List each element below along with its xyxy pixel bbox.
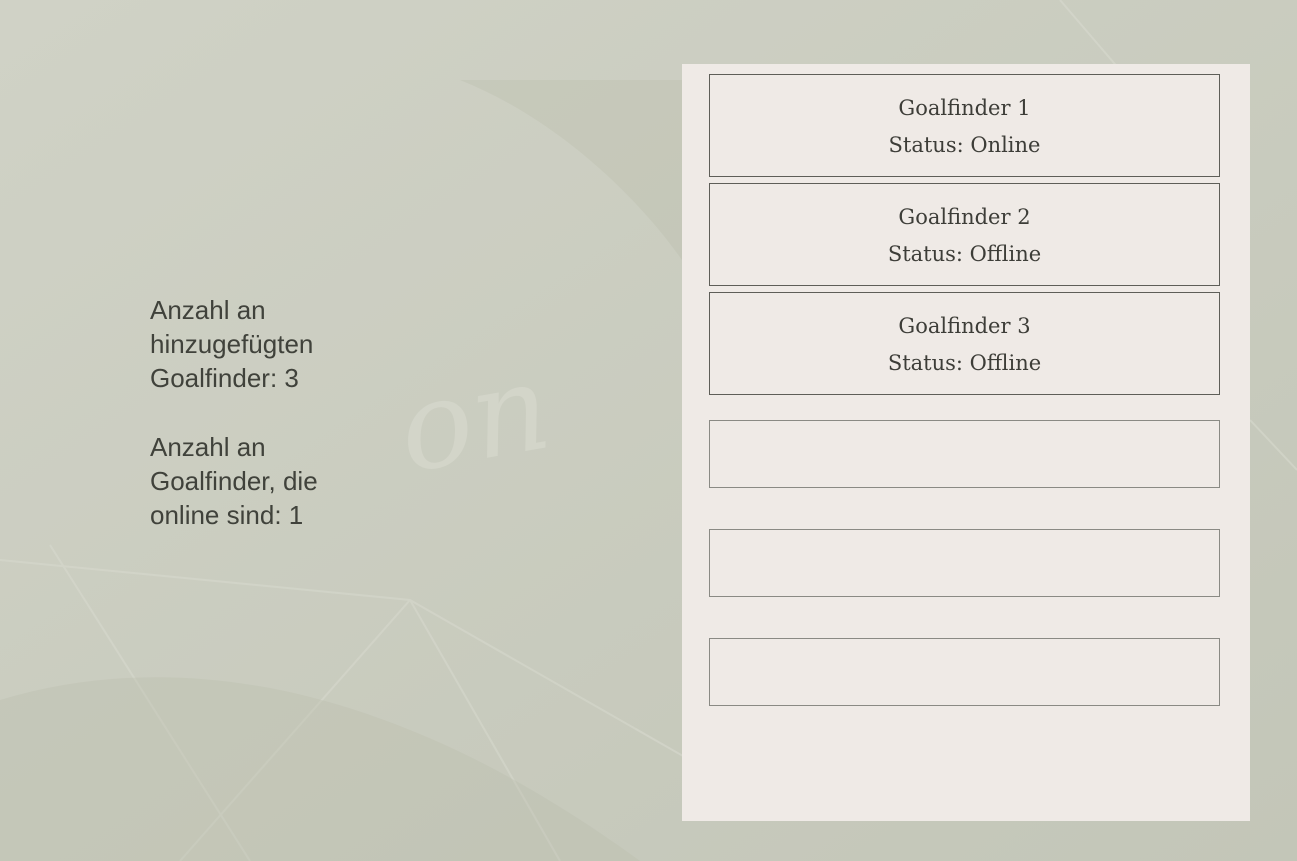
goalfinder-name: Goalfinder 1 <box>898 96 1031 120</box>
added-count-text: Anzahl an hinzugefügten Goalfinder: 3 <box>150 295 314 393</box>
goalfinder-name: Goalfinder 3 <box>898 314 1031 338</box>
svg-text:on: on <box>388 338 559 501</box>
empty-slot[interactable] <box>709 420 1220 488</box>
summary-panel: Anzahl an hinzugefügten Goalfinder: 3 An… <box>150 293 380 567</box>
goalfinder-status: Status: Offline <box>887 351 1042 375</box>
goalfinder-name: Goalfinder 2 <box>898 205 1031 229</box>
goalfinder-card-3[interactable]: Goalfinder 3 Status: Offline <box>709 292 1220 395</box>
empty-slot[interactable] <box>709 529 1220 597</box>
empty-slot[interactable] <box>709 638 1220 706</box>
goalfinder-status: Status: Offline <box>887 242 1042 266</box>
online-count-text: Anzahl an Goalfinder, die online sind: 1 <box>150 432 318 530</box>
goalfinder-status: Status: Online <box>888 133 1041 157</box>
goalfinder-card-1[interactable]: Goalfinder 1 Status: Online <box>709 74 1220 177</box>
goalfinder-card-2[interactable]: Goalfinder 2 Status: Offline <box>709 183 1220 286</box>
goalfinder-list-panel: Goalfinder 1 Status: Online Goalfinder 2… <box>682 64 1250 821</box>
